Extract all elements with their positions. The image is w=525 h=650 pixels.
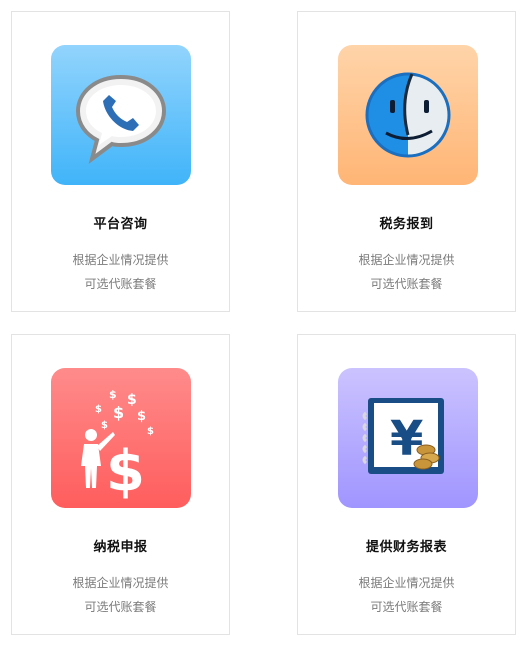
card-title: 纳税申报	[93, 540, 148, 555]
service-card-financial-statements[interactable]: ¥ 提供财务报表 根据企业情况提供 可选代账套餐	[297, 334, 516, 635]
svg-text:$: $	[147, 426, 154, 437]
svg-text:$: $	[109, 388, 117, 401]
card-title: 提供财务报表	[365, 540, 447, 555]
card-description-line1: 根据企业情况提供	[358, 576, 455, 590]
finder-face-icon	[338, 45, 478, 185]
phone-chat-bubble-icon	[51, 45, 191, 185]
card-description-line2: 可选代账套餐	[370, 277, 443, 291]
card-description-line2: 可选代账套餐	[84, 600, 157, 614]
svg-text:$: $	[106, 439, 145, 504]
svg-text:$: $	[113, 403, 124, 422]
card-description-line1: 根据企业情况提供	[72, 576, 169, 590]
card-description-line1: 根据企业情况提供	[72, 253, 169, 267]
service-card-tax-filing[interactable]: $ $ $ $ $ $ $ $ 纳税申报 根据企业情况提供 可选代账套餐	[11, 334, 230, 635]
card-description-line2: 可选代账套餐	[370, 600, 443, 614]
service-card-tax-registration[interactable]: 税务报到 根据企业情况提供 可选代账套餐	[297, 11, 516, 312]
card-title: 平台咨询	[93, 217, 148, 232]
money-presenter-icon: $ $ $ $ $ $ $ $	[51, 368, 191, 508]
card-description-line1: 根据企业情况提供	[358, 253, 455, 267]
svg-text:¥: ¥	[390, 411, 423, 467]
card-title: 税务报到	[379, 217, 434, 232]
yen-ledger-icon: ¥	[338, 368, 478, 508]
svg-text:$: $	[101, 420, 108, 431]
svg-text:$: $	[127, 392, 137, 408]
svg-text:$: $	[137, 409, 146, 424]
service-card-platform-consult[interactable]: 平台咨询 根据企业情况提供 可选代账套餐	[11, 11, 230, 312]
card-description-line2: 可选代账套餐	[84, 277, 157, 291]
svg-text:$: $	[95, 404, 102, 415]
